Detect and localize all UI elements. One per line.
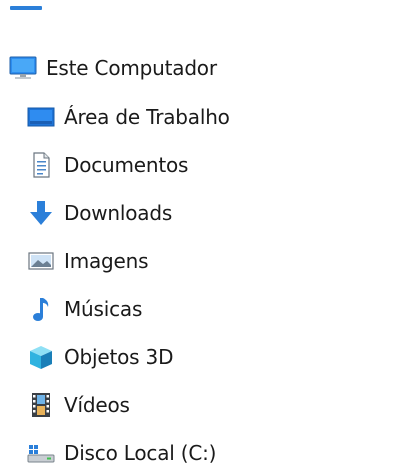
nav-item-label: Objetos 3D <box>64 345 174 369</box>
nav-item-videos[interactable]: Vídeos <box>24 385 130 425</box>
nav-item-3d-objects[interactable]: Objetos 3D <box>24 337 173 377</box>
film-icon <box>24 390 58 420</box>
download-arrow-icon <box>24 198 58 228</box>
nav-item-label: Downloads <box>64 201 173 225</box>
nav-item-local-disk-c[interactable]: Disco Local (C:) <box>24 433 216 473</box>
nav-item-pictures[interactable]: Imagens <box>24 241 149 281</box>
monitor-icon <box>6 53 40 83</box>
nav-item-label: Vídeos <box>64 393 130 417</box>
music-note-icon <box>24 294 58 324</box>
pictures-icon <box>24 246 58 276</box>
nav-item-music[interactable]: Músicas <box>24 289 142 329</box>
cube-3d-icon <box>24 342 58 372</box>
nav-item-desktop[interactable]: Área de Trabalho <box>24 97 230 137</box>
navigation-pane: Este Computador Área de Trabalho Documen… <box>0 0 405 473</box>
nav-item-label: Este Computador <box>46 56 217 80</box>
nav-item-this-pc[interactable]: Este Computador <box>6 48 217 88</box>
nav-item-downloads[interactable]: Downloads <box>24 193 172 233</box>
nav-item-label: Documentos <box>64 153 189 177</box>
nav-item-label: Imagens <box>64 249 149 273</box>
documents-icon <box>24 150 58 180</box>
nav-item-label: Músicas <box>64 297 143 321</box>
drive-icon <box>24 438 58 468</box>
desktop-icon <box>24 102 58 132</box>
nav-item-label: Área de Trabalho <box>64 105 230 129</box>
nav-item-documents[interactable]: Documentos <box>24 145 188 185</box>
nav-item-label: Disco Local (C:) <box>64 441 217 465</box>
